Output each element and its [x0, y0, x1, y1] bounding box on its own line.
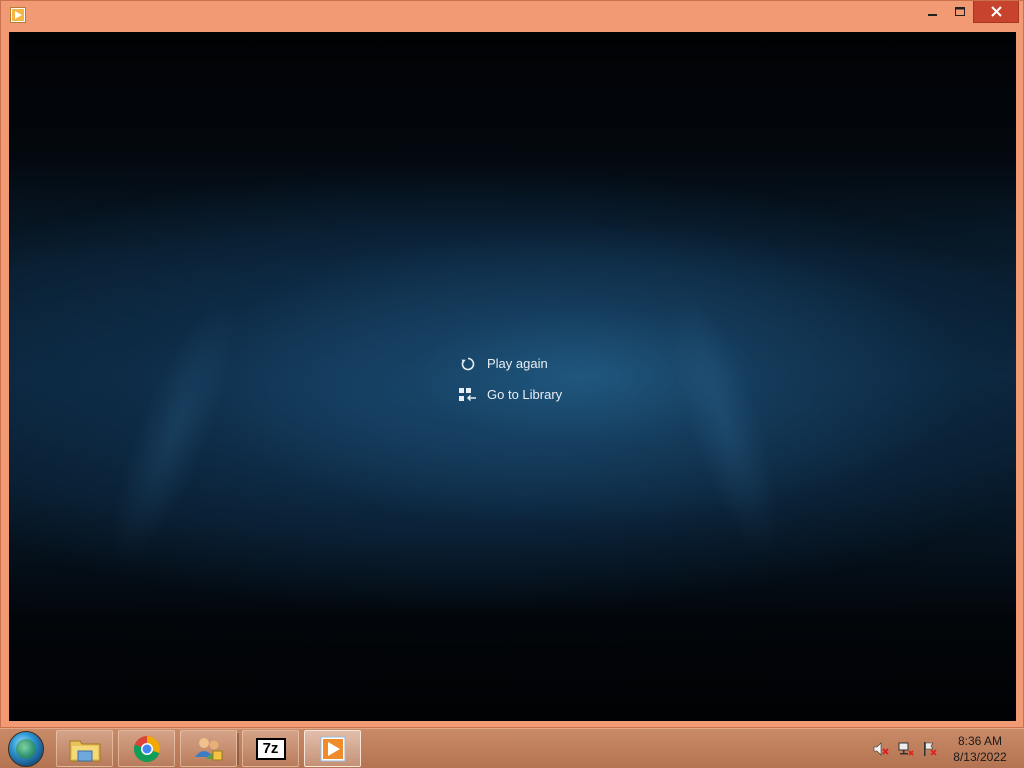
- network-icon[interactable]: [898, 741, 914, 757]
- media-player-icon[interactable]: [10, 7, 26, 23]
- taskbar-chrome[interactable]: [118, 730, 175, 767]
- background-streak: [647, 278, 801, 566]
- users-icon: [194, 737, 222, 760]
- taskbar-media-player[interactable]: [304, 730, 361, 767]
- media-player-window: Play again Go to Library: [0, 0, 1024, 728]
- system-clock[interactable]: 8:36 AM 8/13/2022: [946, 733, 1014, 765]
- windows-orb-icon: [16, 739, 36, 759]
- taskbar: 7z 8:36 AM 8/13/2022: [0, 728, 1024, 768]
- play-again-button[interactable]: Play again: [459, 348, 562, 379]
- player-canvas: Play again Go to Library: [9, 32, 1016, 721]
- chrome-icon: [133, 735, 160, 762]
- folder-icon: [69, 740, 100, 761]
- action-center-icon[interactable]: [922, 741, 938, 757]
- go-to-library-label: Go to Library: [487, 387, 563, 402]
- clock-date: 8/13/2022: [953, 750, 1007, 764]
- start-button[interactable]: [8, 731, 44, 767]
- close-button[interactable]: [973, 1, 1019, 23]
- clock-time: 8:36 AM: [957, 734, 1003, 748]
- 7zip-label: 7z: [262, 740, 279, 757]
- media-player-icon: [320, 736, 345, 761]
- taskbar-7zip[interactable]: 7z: [242, 730, 299, 767]
- go-to-library-button[interactable]: Go to Library: [459, 379, 562, 410]
- 7zip-icon: 7z: [255, 737, 286, 760]
- volume-muted-icon[interactable]: [873, 741, 889, 757]
- background-streak: [89, 289, 259, 575]
- title-bar[interactable]: [1, 1, 1023, 31]
- minimize-button[interactable]: [919, 1, 947, 23]
- taskbar-separator: [237, 733, 239, 765]
- play-again-label: Play again: [487, 356, 548, 371]
- library-icon: [459, 386, 477, 404]
- end-of-playback-menu: Play again Go to Library: [459, 348, 562, 410]
- taskbar-file-explorer[interactable]: [56, 730, 113, 767]
- replay-icon: [459, 355, 477, 373]
- maximize-button[interactable]: [947, 1, 973, 23]
- taskbar-users-app[interactable]: [180, 730, 237, 767]
